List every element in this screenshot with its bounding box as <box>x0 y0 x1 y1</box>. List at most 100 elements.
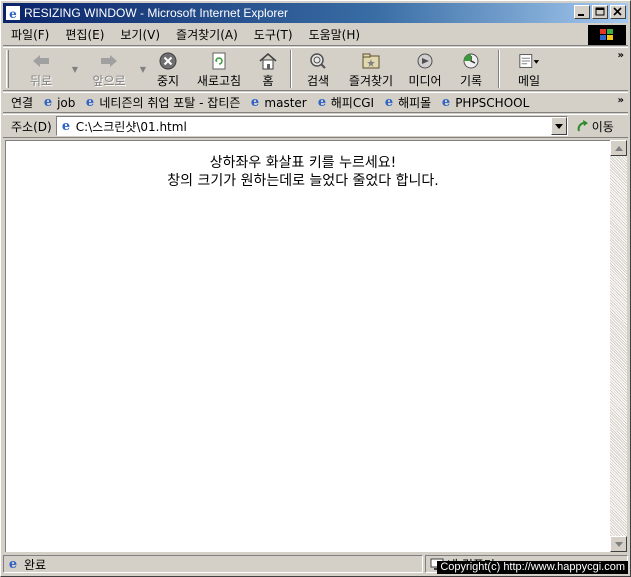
mail-button[interactable]: 메일 <box>504 48 554 90</box>
media-label: 미디어 <box>408 74 442 88</box>
link-label: 해피CGI <box>330 96 375 110</box>
favorites-button[interactable]: 즐겨찾기 <box>340 48 402 90</box>
stop-label: 중지 <box>156 74 180 88</box>
forward-label: 앞으로 <box>92 74 126 88</box>
vertical-scrollbar[interactable] <box>610 140 627 552</box>
svg-text:e: e <box>44 95 52 108</box>
menu-help[interactable]: 도움말(H) <box>301 26 369 43</box>
ie-page-icon: e <box>6 556 20 573</box>
history-button[interactable]: 기록 <box>448 48 494 90</box>
history-icon <box>460 51 482 71</box>
history-label: 기록 <box>459 74 483 88</box>
search-label: 검색 <box>306 74 330 88</box>
chevron-down-icon <box>554 123 563 129</box>
chevron-down-icon <box>614 541 623 547</box>
svg-text:e: e <box>86 95 94 108</box>
window-title: RESIZING WINDOW - Microsoft Internet Exp… <box>24 6 289 20</box>
links-bar: 연결 e job e 네티즌의 취업 포탈 - 잡티즌 e master e 해… <box>3 92 628 113</box>
svg-text:e: e <box>385 95 393 108</box>
scroll-down-button[interactable] <box>610 536 627 552</box>
toolbar-more-chevron[interactable]: » <box>618 50 624 61</box>
maximize-button[interactable] <box>592 5 608 19</box>
toolbar-separator <box>290 50 292 88</box>
back-label: 뒤로 <box>29 74 53 88</box>
mail-icon <box>518 51 540 71</box>
back-dropdown-icon[interactable]: ▼ <box>70 48 80 90</box>
content-line-1: 상하좌우 화살표 키를 누르세요! <box>209 155 397 171</box>
ie-page-icon: e <box>248 94 262 111</box>
ie-page-icon: e <box>41 94 55 111</box>
windows-logo-icon <box>588 25 626 45</box>
links-label: 연결 <box>11 96 34 110</box>
address-dropdown-button[interactable] <box>550 117 567 135</box>
link-jobtizen[interactable]: e 네티즌의 취업 포탈 - 잡티즌 <box>83 94 240 111</box>
minimize-button[interactable] <box>574 5 590 19</box>
links-more-chevron[interactable]: » <box>618 95 624 106</box>
ie-page-icon: e <box>59 118 73 135</box>
close-button[interactable] <box>610 5 626 19</box>
go-label: 이동 <box>591 119 614 134</box>
menu-file[interactable]: 파일(F) <box>3 26 57 43</box>
status-panel: e 완료 <box>3 555 423 573</box>
link-happymall[interactable]: e 해피몰 <box>382 94 431 111</box>
link-label: job <box>57 95 76 110</box>
search-button[interactable]: 검색 <box>296 48 340 90</box>
title-bar[interactable]: e RESIZING WINDOW - Microsoft Internet E… <box>3 3 628 23</box>
mail-label: 메일 <box>517 74 541 88</box>
home-icon <box>257 51 279 71</box>
link-label: 해피몰 <box>398 96 432 110</box>
media-icon <box>414 51 436 71</box>
svg-text:e: e <box>9 7 17 20</box>
favorites-label: 즐겨찾기 <box>348 74 394 88</box>
refresh-label: 새로고침 <box>196 74 242 88</box>
refresh-button[interactable]: 새로고침 <box>188 48 250 90</box>
address-value: C:\스크린샷\01.html <box>75 119 187 134</box>
go-button[interactable]: 이동 <box>576 118 614 135</box>
svg-text:e: e <box>62 119 70 132</box>
link-label: PHPSCHOOL <box>455 95 530 110</box>
toolbar-grip[interactable] <box>6 50 9 88</box>
stop-button[interactable]: 중지 <box>148 48 188 90</box>
link-master[interactable]: e master <box>248 94 306 111</box>
ie-page-icon: e <box>83 94 97 111</box>
menu-favorites[interactable]: 즐겨찾기(A) <box>168 26 246 43</box>
ie-page-icon: e <box>382 94 396 111</box>
home-button[interactable]: 홈 <box>250 48 286 90</box>
media-button[interactable]: 미디어 <box>402 48 448 90</box>
content-line-2: 창의 크기가 원하는데로 늘었다 줄었다 합니다. <box>167 173 439 189</box>
stop-icon <box>157 51 179 71</box>
chevron-up-icon <box>614 145 623 151</box>
menu-bar: 파일(F) 편집(E) 보기(V) 즐겨찾기(A) 도구(T) 도움말(H) <box>3 24 628 46</box>
toolbar-separator <box>498 50 500 88</box>
address-label: 주소(D) <box>11 119 52 134</box>
svg-text:e: e <box>251 95 259 108</box>
menu-tools[interactable]: 도구(T) <box>246 26 301 43</box>
back-arrow-icon <box>30 51 52 71</box>
back-button[interactable]: 뒤로 <box>12 48 70 90</box>
ie-page-icon: e <box>439 94 453 111</box>
svg-text:e: e <box>318 95 326 108</box>
svg-text:e: e <box>9 557 17 570</box>
link-label: 네티즌의 취업 포탈 - 잡티즌 <box>99 96 241 110</box>
forward-arrow-icon <box>98 51 120 71</box>
menu-view[interactable]: 보기(V) <box>112 26 168 43</box>
favorites-icon <box>360 51 382 71</box>
link-job[interactable]: e job <box>41 94 75 111</box>
go-arrow-icon <box>577 120 588 132</box>
copyright-watermark: Copyright(c) http://www.happycgi.com <box>437 561 628 574</box>
address-input[interactable]: e C:\스크린샷\01.html <box>55 116 568 136</box>
address-bar: 주소(D) e C:\스크린샷\01.html 이동 <box>3 114 628 138</box>
page-content: 상하좌우 화살표 키를 누르세요! 창의 크기가 원하는데로 늘었다 줄었다 합… <box>5 140 610 552</box>
svg-text:e: e <box>442 95 450 108</box>
search-icon <box>307 51 329 71</box>
link-happycgi[interactable]: e 해피CGI <box>315 94 374 111</box>
scroll-up-button[interactable] <box>610 140 627 156</box>
link-phpschool[interactable]: e PHPSCHOOL <box>439 94 529 111</box>
menu-edit[interactable]: 편집(E) <box>57 26 112 43</box>
forward-button[interactable]: 앞으로 <box>80 48 138 90</box>
home-label: 홈 <box>262 74 274 88</box>
ie-logo-icon: e <box>5 5 21 21</box>
forward-dropdown-icon[interactable]: ▼ <box>138 48 148 90</box>
browser-window: e RESIZING WINDOW - Microsoft Internet E… <box>0 0 631 577</box>
status-text: 완료 <box>24 557 47 572</box>
